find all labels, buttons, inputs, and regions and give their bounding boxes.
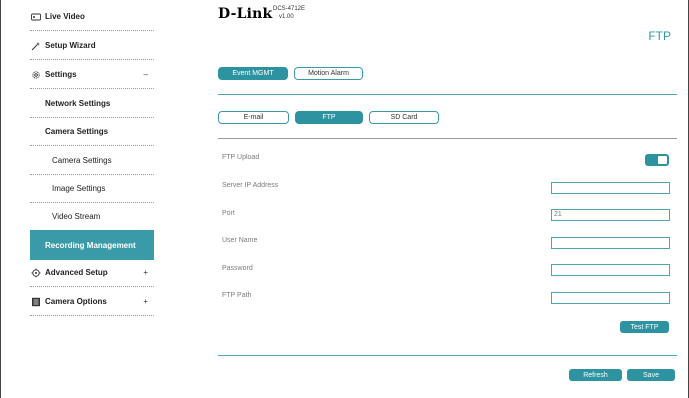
tab-ftp[interactable]: FTP (295, 111, 363, 124)
model-name: DCS-4712E (273, 6, 306, 12)
user-name-input[interactable] (551, 237, 670, 249)
expand-sign[interactable]: + (143, 268, 148, 277)
save-button[interactable]: Save (627, 369, 675, 381)
sidebar-subitem-camera-settings[interactable]: Camera Settings (0, 146, 154, 175)
sidebar-item-recording-management[interactable]: Recording Management (30, 230, 154, 260)
test-ftp-button[interactable]: Test FTP (620, 321, 669, 333)
firmware-version: v1.00 (279, 14, 294, 20)
password-label: Password (222, 265, 253, 272)
wizard-icon (30, 40, 42, 52)
port-label: Port (222, 210, 235, 217)
password-input[interactable] (551, 264, 670, 276)
live-video-icon (30, 11, 42, 23)
advanced-setup-icon (30, 267, 42, 279)
dlink-logo: D-Link (218, 6, 273, 22)
user-name-label: User Name (222, 237, 258, 244)
toggle-knob (658, 156, 667, 164)
sidebar-item-label: Setup Wizard (45, 41, 96, 50)
tab-motion-alarm[interactable]: Motion Alarm (294, 67, 363, 80)
sidebar-item-advanced-setup[interactable]: Advanced Setup + (0, 258, 154, 287)
sidebar-item-label: Camera Options (45, 297, 107, 306)
sidebar: Live Video Setup Wizard Settings – Netwo… (0, 0, 154, 398)
port-input[interactable]: 21 (551, 209, 670, 221)
sidebar-item-label: Image Settings (52, 184, 106, 193)
sidebar-item-label: Settings (45, 70, 77, 79)
sidebar-item-label: Recording Management (45, 240, 136, 250)
sidebar-item-label: Live Video (45, 12, 85, 21)
gear-icon (30, 69, 42, 81)
camera-options-icon (30, 296, 42, 308)
ftp-upload-label: FTP Upload (222, 154, 260, 161)
sidebar-item-label: Advanced Setup (45, 268, 108, 277)
server-ip-input[interactable] (551, 182, 670, 194)
collapse-sign[interactable]: – (144, 70, 148, 79)
sidebar-item-label: Camera Settings (45, 127, 109, 136)
footer-divider (218, 355, 677, 356)
sidebar-item-camera-settings[interactable]: Camera Settings (0, 117, 154, 146)
server-ip-label: Server IP Address (222, 182, 279, 189)
sidebar-subitem-image-settings[interactable]: Image Settings (0, 174, 154, 203)
sidebar-item-settings[interactable]: Settings – (0, 60, 154, 89)
tabs-divider (218, 94, 677, 95)
sidebar-item-label: Video Stream (52, 212, 101, 221)
expand-sign[interactable]: + (143, 297, 148, 306)
ftp-path-input[interactable] (551, 292, 670, 304)
sidebar-item-setup-wizard[interactable]: Setup Wizard (0, 31, 154, 60)
tab-sd-card[interactable]: SD Card (369, 111, 439, 124)
sidebar-item-live-video[interactable]: Live Video (0, 2, 154, 31)
subtabs-divider (218, 138, 677, 139)
ftp-upload-toggle[interactable] (645, 154, 669, 166)
page-title: FTP (648, 29, 671, 43)
sidebar-item-label: Network Settings (45, 99, 111, 108)
sidebar-item-network-settings[interactable]: Network Settings (0, 89, 154, 118)
tab-email[interactable]: E-mail (218, 111, 289, 124)
sidebar-item-label: Camera Settings (52, 156, 112, 165)
refresh-button[interactable]: Refresh (569, 369, 622, 381)
ftp-path-label: FTP Path (222, 292, 252, 299)
sidebar-subitem-video-stream[interactable]: Video Stream (0, 202, 154, 231)
tab-event-mgmt[interactable]: Event MGMT (218, 67, 288, 80)
model-info: DCS-4712E v1.00 (273, 5, 305, 21)
sidebar-item-camera-options[interactable]: Camera Options + (0, 287, 154, 316)
